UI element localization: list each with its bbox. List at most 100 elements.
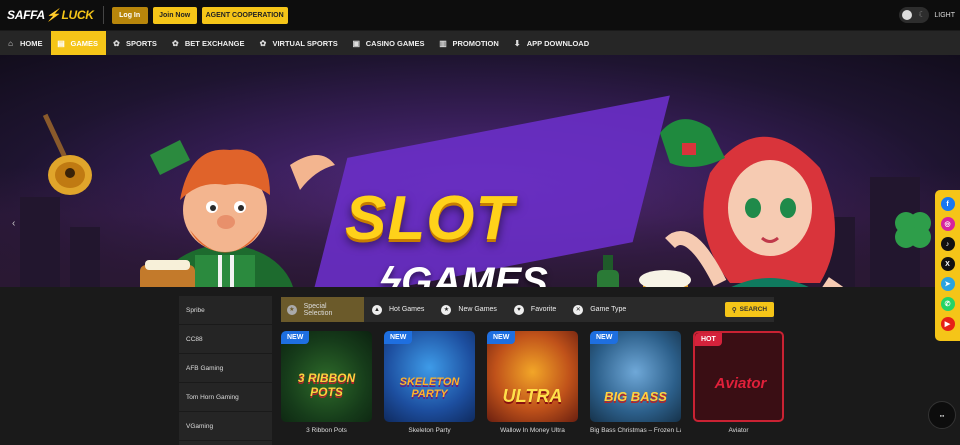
search-label: SEARCH bbox=[739, 306, 768, 313]
slot-icon: ▤ bbox=[57, 38, 65, 48]
login-button[interactable]: Log In bbox=[111, 6, 148, 24]
game-thumbnail[interactable]: ULTRA NEW bbox=[487, 331, 578, 422]
game-art-title: Aviator bbox=[714, 375, 767, 392]
heart-icon: ♥ bbox=[513, 304, 524, 315]
cards-icon: ▣ bbox=[352, 38, 361, 48]
game-thumbnail[interactable]: BIG BASS NEW bbox=[590, 331, 681, 422]
tab-label: Favorite bbox=[530, 306, 557, 313]
new-badge: NEW bbox=[281, 331, 310, 344]
new-badge: NEW bbox=[487, 331, 516, 344]
nav-label: BET EXCHANGE bbox=[184, 38, 245, 48]
star-icon: ★ bbox=[287, 304, 297, 315]
moon-icon: ☾ bbox=[918, 10, 926, 19]
theme-toggle[interactable]: ☾ bbox=[899, 7, 930, 23]
instagram-icon[interactable]: ◎ bbox=[940, 217, 955, 231]
game-thumbnail[interactable]: 3 RIBBON POTS NEW bbox=[281, 331, 372, 422]
new-badge: NEW bbox=[590, 331, 619, 344]
theme-label: LIGHT bbox=[934, 11, 955, 19]
agent-cooperation-button[interactable]: AGENT COOPERATION bbox=[201, 6, 288, 24]
new-badge: NEW bbox=[384, 331, 413, 344]
game-card[interactable]: ULTRA NEW Wallow In Money Ultra bbox=[487, 331, 578, 434]
banner-subtitle: ϟGAMES bbox=[380, 260, 548, 287]
provider-item[interactable]: Spribe bbox=[179, 296, 272, 325]
game-art-title: ULTRA bbox=[502, 386, 563, 406]
join-button[interactable]: Join Now bbox=[152, 6, 197, 24]
provider-item[interactable]: AFB Gaming bbox=[179, 354, 272, 383]
game-thumbnail[interactable]: SKELETON PARTY NEW bbox=[384, 331, 475, 422]
gift-icon: ▥ bbox=[439, 38, 447, 48]
nav-casino-games[interactable]: ▣ CASINO GAMES bbox=[346, 31, 433, 55]
whatsapp-icon[interactable]: ✆ bbox=[940, 297, 955, 311]
nav-home[interactable]: ⌂ HOME bbox=[0, 31, 51, 55]
chat-icon: ●● bbox=[939, 412, 945, 418]
provider-item[interactable]: VGaming bbox=[179, 412, 272, 441]
tab-game-type[interactable]: ✕ Game Type bbox=[565, 297, 635, 322]
brand-name-left: SAFFA bbox=[7, 8, 45, 22]
telegram-icon[interactable]: ➤ bbox=[940, 277, 955, 291]
game-card[interactable]: BIG BASS NEW Big Bass Christmas – Frozen… bbox=[590, 331, 681, 434]
home-icon: ⌂ bbox=[8, 38, 13, 48]
nav-bet-exchange[interactable]: ✿ BET EXCHANGE bbox=[165, 31, 253, 55]
tab-label: Special Selection bbox=[303, 302, 333, 317]
search-icon: ⚲ bbox=[731, 306, 737, 314]
gear-icon: ✿ bbox=[113, 38, 120, 48]
game-title: Skeleton Party bbox=[408, 427, 451, 434]
nav-label: CASINO GAMES bbox=[365, 38, 425, 48]
live-chat-button[interactable]: ●● bbox=[928, 401, 956, 429]
building bbox=[70, 227, 100, 287]
game-title: Aviator bbox=[728, 427, 749, 434]
bolt-icon: ⚡ bbox=[45, 8, 61, 22]
game-title: Wallow In Money Ultra bbox=[500, 427, 565, 434]
fire-icon: ▲ bbox=[372, 304, 382, 315]
gear-icon: ✿ bbox=[172, 38, 179, 48]
nav-app-download[interactable]: ⬇ APP DOWNLOAD bbox=[507, 31, 597, 55]
nav-promotion[interactable]: ▥ PROMOTION bbox=[433, 31, 507, 55]
facebook-icon[interactable]: f bbox=[940, 197, 955, 211]
leprechaun-illustration bbox=[140, 140, 335, 287]
tab-new-games[interactable]: ★ New Games bbox=[433, 297, 506, 322]
game-card[interactable]: 3 RIBBON POTS NEW 3 Ribbon Pots bbox=[281, 331, 372, 434]
building bbox=[20, 197, 60, 287]
banner-title: SLOT bbox=[345, 184, 515, 253]
tiktok-icon[interactable]: ♪ bbox=[940, 237, 955, 251]
nav-label: HOME bbox=[20, 38, 43, 48]
toggle-knob bbox=[902, 10, 913, 20]
game-art-title: 3 RIBBON POTS bbox=[297, 371, 356, 399]
nav-sports[interactable]: ✿ SPORTS bbox=[106, 31, 165, 55]
nav-virtual-sports[interactable]: ✿ VIRTUAL SPORTS bbox=[252, 31, 345, 55]
search-button[interactable]: ⚲ SEARCH bbox=[725, 302, 774, 317]
divider bbox=[102, 6, 104, 24]
tab-label: Hot Games bbox=[389, 306, 425, 313]
nav-label: PROMOTION bbox=[452, 38, 499, 48]
theme-switch[interactable]: ☾ LIGHT bbox=[899, 7, 955, 23]
tab-special-selection[interactable]: ★ Special Selection bbox=[281, 297, 364, 322]
brand-logo[interactable]: SAFFA ⚡ LUCK bbox=[7, 8, 94, 22]
game-card[interactable]: Aviator HOT Aviator bbox=[693, 331, 784, 434]
nav-label: GAMES bbox=[70, 38, 99, 48]
new-icon: ★ bbox=[441, 304, 452, 315]
category-tabs: ★ Special Selection ▲ Hot Games ★ New Ga… bbox=[281, 297, 774, 322]
x-icon[interactable]: X bbox=[940, 257, 955, 271]
banner-subtitle-text: GAMES bbox=[401, 260, 548, 287]
game-title: Big Bass Christmas – Frozen La... bbox=[590, 427, 681, 434]
nav-label: VIRTUAL SPORTS bbox=[272, 38, 338, 48]
hero-banner[interactable]: SLOT ϟGAMES ‹ bbox=[0, 55, 960, 287]
bolt-icon: ϟ bbox=[380, 260, 402, 287]
youtube-icon[interactable]: ▶ bbox=[940, 317, 955, 331]
grid-icon: ✕ bbox=[573, 304, 584, 315]
nav-games[interactable]: ▤ GAMES bbox=[50, 31, 107, 55]
provider-item[interactable]: Tom Horn Gaming bbox=[179, 383, 272, 412]
provider-item[interactable]: CC88 bbox=[179, 325, 272, 354]
game-thumbnail[interactable]: Aviator HOT bbox=[693, 331, 784, 422]
game-art-title: SKELETON PARTY bbox=[399, 376, 460, 400]
mandolin-icon bbox=[42, 113, 92, 195]
tab-favorite[interactable]: ♥ Favorite bbox=[506, 297, 565, 322]
top-bar: SAFFA ⚡ LUCK Log In Join Now AGENT COOPE… bbox=[0, 0, 960, 30]
elf-girl-illustration bbox=[660, 119, 844, 287]
brand-name-right: LUCK bbox=[61, 8, 94, 22]
game-card[interactable]: SKELETON PARTY NEW Skeleton Party bbox=[384, 331, 475, 434]
tab-label: Game Type bbox=[590, 306, 627, 313]
prev-slide-icon[interactable]: ‹ bbox=[12, 218, 15, 229]
nav-label: SPORTS bbox=[126, 38, 157, 48]
tab-hot-games[interactable]: ▲ Hot Games bbox=[364, 297, 433, 322]
